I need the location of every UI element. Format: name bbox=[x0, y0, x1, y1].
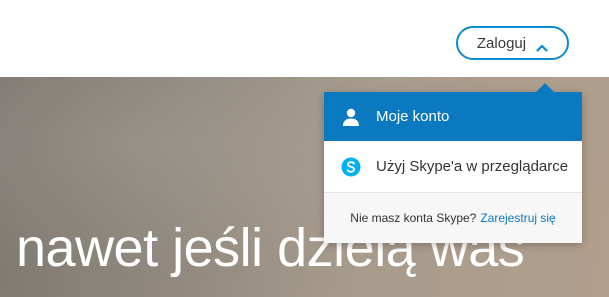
menu-item-label: Moje konto bbox=[376, 108, 450, 125]
chevron-up-icon bbox=[536, 39, 548, 52]
menu-item-my-account[interactable]: Moje konto bbox=[324, 92, 582, 141]
login-button[interactable]: Zaloguj bbox=[456, 26, 569, 60]
login-dropdown-menu: Moje konto Użyj Skype'a w przeglądarce N… bbox=[324, 83, 582, 243]
register-link[interactable]: Zarejestruj się bbox=[480, 211, 555, 225]
top-bar: Zaloguj bbox=[0, 0, 609, 77]
user-icon bbox=[341, 107, 361, 127]
dropdown-footer: Nie masz konta Skype? Zarejestruj się bbox=[324, 193, 582, 243]
menu-item-label: Użyj Skype'a w przeglądarce bbox=[376, 158, 569, 175]
menu-item-skype-web[interactable]: Użyj Skype'a w przeglądarce bbox=[324, 141, 582, 193]
no-account-text: Nie masz konta Skype? bbox=[350, 211, 477, 225]
dropdown-caret bbox=[536, 83, 554, 92]
skype-icon bbox=[341, 157, 361, 177]
login-button-label: Zaloguj bbox=[476, 34, 527, 52]
